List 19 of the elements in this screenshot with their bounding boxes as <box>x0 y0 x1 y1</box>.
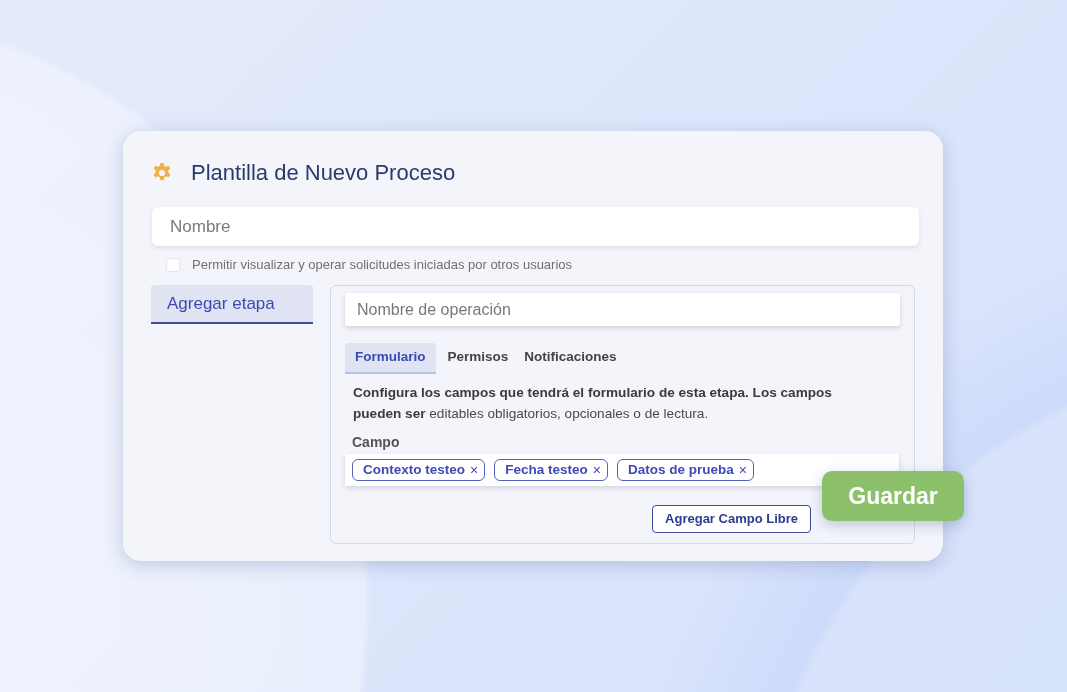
checkbox[interactable] <box>166 258 180 272</box>
dialog-title: Plantilla de Nuevo Proceso <box>191 159 456 187</box>
tag-label: Datos de prueba <box>627 460 734 479</box>
remove-tag-button[interactable]: × <box>738 463 747 477</box>
remove-tag-button[interactable]: × <box>470 463 479 477</box>
description-text: Configura los campos que tendrá el formulario de esta etapa. Los campos pueden ser editables obligatorios, opcionales o de lectura. <box>353 384 833 423</box>
checkbox-label: Permitir visualizar y operar solicitudes iniciadas por otros usuarios <box>192 256 573 275</box>
operation-name-field[interactable]: Nombre de operación <box>345 293 900 326</box>
tab[interactable]: Formulario <box>345 343 436 374</box>
field-label: Campo <box>352 433 400 451</box>
stage-tab[interactable]: Agregar etapa <box>151 285 313 324</box>
tag-label: Contexto testeo <box>363 460 465 479</box>
name-field[interactable]: Nombre <box>152 207 919 246</box>
remove-tag-button[interactable]: × <box>592 463 601 477</box>
tag-input-field[interactable]: Contexto testeo × Fecha testeo × Datos de prueba × <box>345 454 899 486</box>
add-free-field-button[interactable]: Agregar Campo Libre <box>652 505 811 533</box>
tag-label: Fecha testeo <box>505 460 588 479</box>
tab[interactable]: Permisos <box>439 343 517 374</box>
tab[interactable]: Notificaciones <box>516 343 625 374</box>
